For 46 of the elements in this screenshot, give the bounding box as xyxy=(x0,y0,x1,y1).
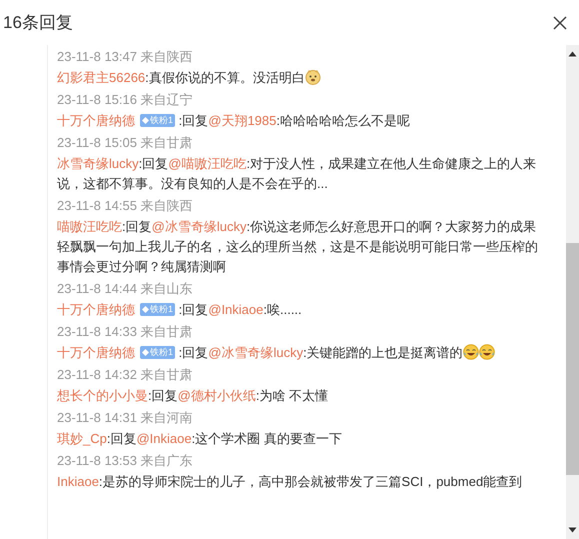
fan-badge: 铁粉1 xyxy=(140,346,176,359)
reply-comment: 十万个唐纳德 铁粉1 :回复@Inkiaoe:唉...... xyxy=(57,301,303,319)
laughing-emoji-icon xyxy=(478,344,495,360)
username-link[interactable]: 幻影君主56266 xyxy=(57,70,146,85)
username-link[interactable]: 喵嗷汪吃吃 xyxy=(57,219,122,234)
reply-comment: 冰雪奇缘lucky:回复@喵嗷汪吃吃:对于没人性，成果建立在他人生命健康之上的人来说，这都不算事。没有良知的人是不会在乎的... xyxy=(57,155,538,193)
scroll-up-icon[interactable] xyxy=(568,51,577,57)
reply-comment: 喵嗷汪吃吃:回复@冰雪奇缘lucky:你说这老师怎么好意思开口的啊？大家努力的成果轻飘飘一句加上我儿子的名，这么的理所当然，这是不是能说明可能日常一些压榨的事情会更过分啊？纯属猜测啊 xyxy=(57,218,539,276)
mention-link[interactable]: @天翔1985 xyxy=(208,113,276,128)
reply-timestamp: 23-11-8 15:16 来自辽宁 xyxy=(57,91,193,109)
reply-comment: 幻影君主56266:真假你说的不算。没活明白 xyxy=(57,68,549,88)
fan-badge: 铁粉1 xyxy=(140,114,176,127)
reply-timestamp: 23-11-8 13:47 来自陕西 xyxy=(57,48,193,66)
close-icon[interactable] xyxy=(553,16,567,30)
username-link[interactable]: Inkiaoe xyxy=(57,474,99,489)
reply-timestamp: 23-11-8 15:05 来自甘肃 xyxy=(57,134,193,152)
reply-timestamp: 23-11-8 14:31 来自河南 xyxy=(57,409,193,427)
fan-badge: 铁粉1 xyxy=(140,303,176,316)
reply-timestamp: 23-11-8 13:53 来自广东 xyxy=(57,452,193,470)
laughing-emoji-icon xyxy=(462,344,479,360)
username-link[interactable]: 琪妙_Cp xyxy=(57,431,107,446)
scrollbar[interactable] xyxy=(566,45,579,539)
username-link[interactable]: 冰雪奇缘lucky xyxy=(57,156,139,171)
reply-timestamp: 23-11-8 14:32 来自甘肃 xyxy=(57,366,193,384)
username-link[interactable]: 想长个的小小曼 xyxy=(57,388,148,403)
reply-comment: 十万个唐纳德 铁粉1 :回复@天翔1985:哈哈哈哈哈怎么不是呢 xyxy=(57,112,411,130)
mention-link[interactable]: @Inkiaoe xyxy=(208,302,264,317)
mention-link[interactable]: @冰雪奇缘lucky xyxy=(208,345,304,360)
username-link[interactable]: 十万个唐纳德 xyxy=(57,113,135,128)
mention-link[interactable]: @德村小伙纸 xyxy=(178,388,256,403)
reply-comment: Inkiaoe:是苏的导师宋院士的儿子，高中那会就被带发了三篇SCI，pubmed能查到 xyxy=(57,473,524,491)
dog-face-icon xyxy=(304,69,321,85)
mention-link[interactable]: @Inkiaoe xyxy=(136,431,192,446)
scroll-down-icon[interactable] xyxy=(568,527,577,533)
mention-link[interactable]: @冰雪奇缘lucky xyxy=(152,219,246,234)
reply-timestamp: 23-11-8 14:55 来自陕西 xyxy=(57,197,193,215)
reply-timestamp: 23-11-8 14:33 来自甘肃 xyxy=(57,323,193,341)
reply-comment: 琪妙_Cp:回复@Inkiaoe:这个学术圈 真的要查一下 xyxy=(57,430,343,448)
username-link[interactable]: 十万个唐纳德 xyxy=(57,345,135,360)
mention-link[interactable]: @喵嗷汪吃吃 xyxy=(168,156,246,171)
username-link[interactable]: 十万个唐纳德 xyxy=(57,302,135,317)
reply-comment: 想长个的小小曼:回复@德村小伙纸:为啥 不太懂 xyxy=(57,387,330,405)
dialog-title: 16条回复 xyxy=(3,12,73,34)
reply-comment: 十万个唐纳德 铁粉1 :回复@冰雪奇缘lucky:关键能蹭的上也是挺离谱的 xyxy=(57,343,549,363)
reply-timestamp: 23-11-8 14:44 来自山东 xyxy=(57,280,193,298)
scrollbar-thumb[interactable] xyxy=(566,243,579,475)
